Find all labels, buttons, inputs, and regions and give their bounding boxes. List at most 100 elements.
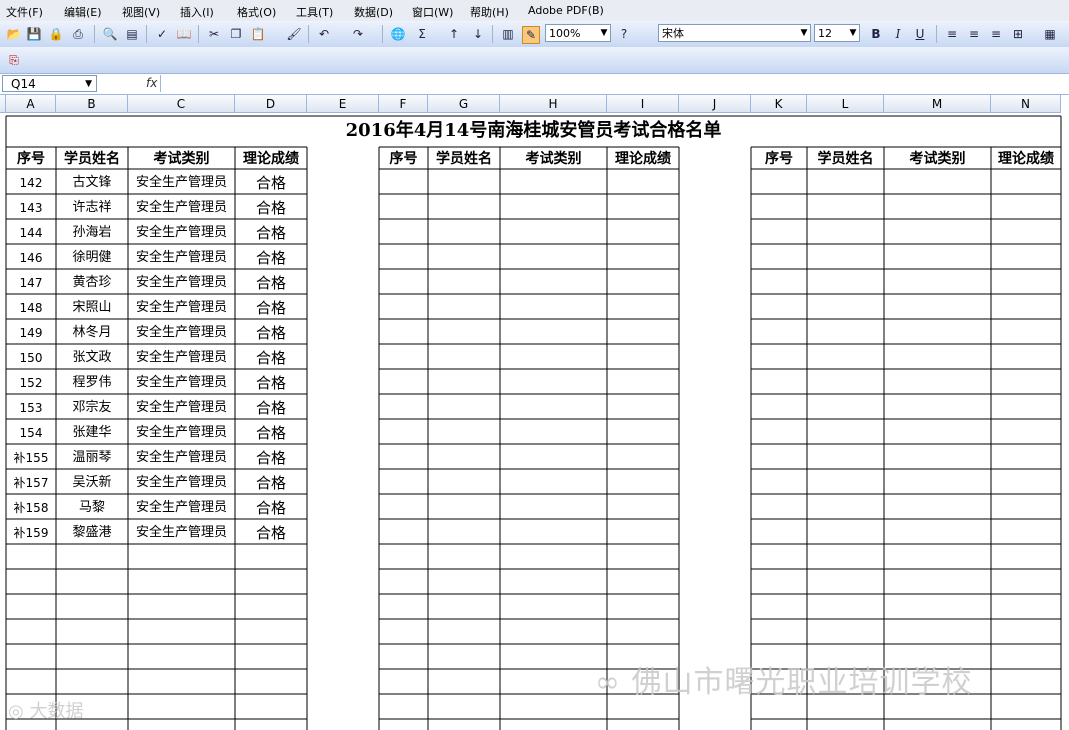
score-cell[interactable]: 合格 [235, 522, 307, 544]
category-cell[interactable]: 安全生产管理员 [128, 222, 235, 244]
hyperlink-icon[interactable]: 🌐 [390, 26, 406, 42]
name-cell[interactable]: 邓宗友 [56, 397, 128, 419]
score-cell[interactable]: 合格 [235, 222, 307, 244]
header-cell[interactable]: 理论成绩 [607, 147, 679, 171]
bold-icon[interactable]: B [868, 26, 884, 42]
id-cell[interactable]: 149 [6, 322, 56, 344]
column-header[interactable]: F [379, 95, 428, 113]
column-header[interactable]: A [6, 95, 56, 113]
header-cell[interactable]: 考试类别 [500, 147, 607, 171]
id-cell[interactable]: 补155 [6, 447, 56, 469]
preview-icon[interactable]: ▤ [124, 26, 140, 42]
name-cell[interactable]: 张文政 [56, 347, 128, 369]
menu-item[interactable]: 插入(I) [180, 4, 214, 20]
header-cell[interactable]: 序号 [379, 147, 428, 171]
align-center-icon[interactable]: ≡ [966, 26, 982, 42]
menu-item[interactable]: 帮助(H) [470, 4, 509, 20]
open-icon[interactable]: 📂 [6, 26, 22, 42]
header-cell[interactable]: 学员姓名 [428, 147, 500, 171]
cut-icon[interactable]: ✂ [206, 26, 222, 42]
score-cell[interactable]: 合格 [235, 247, 307, 269]
zoom-select[interactable]: 100% ▼ [545, 24, 611, 42]
name-cell[interactable]: 徐明健 [56, 247, 128, 269]
print-preview-icon[interactable]: 🔍 [102, 26, 118, 42]
column-header[interactable]: M [884, 95, 991, 113]
id-cell[interactable]: 143 [6, 197, 56, 219]
score-cell[interactable]: 合格 [235, 397, 307, 419]
id-cell[interactable]: 148 [6, 297, 56, 319]
column-header[interactable]: N [991, 95, 1061, 113]
menu-item[interactable]: 数据(D) [354, 4, 393, 20]
category-cell[interactable]: 安全生产管理员 [128, 247, 235, 269]
menu-item[interactable]: Adobe PDF(B) [528, 4, 604, 17]
id-cell[interactable]: 144 [6, 222, 56, 244]
menu-item[interactable]: 工具(T) [296, 4, 333, 20]
category-cell[interactable]: 安全生产管理员 [128, 472, 235, 494]
id-cell[interactable]: 152 [6, 372, 56, 394]
merge-center-icon[interactable]: ⊞ [1010, 26, 1026, 42]
column-header[interactable]: E [307, 95, 379, 113]
score-cell[interactable]: 合格 [235, 172, 307, 194]
category-cell[interactable]: 安全生产管理员 [128, 422, 235, 444]
menu-item[interactable]: 文件(F) [6, 4, 43, 20]
category-cell[interactable]: 安全生产管理员 [128, 522, 235, 544]
header-cell[interactable]: 考试类别 [128, 147, 235, 171]
id-cell[interactable]: 补157 [6, 472, 56, 494]
name-cell[interactable]: 宋照山 [56, 297, 128, 319]
copy-icon[interactable]: ❐ [228, 26, 244, 42]
menu-item[interactable]: 编辑(E) [64, 4, 102, 20]
id-cell[interactable]: 146 [6, 247, 56, 269]
drawing-icon[interactable]: ✎ [522, 26, 540, 44]
id-cell[interactable]: 补158 [6, 497, 56, 519]
score-cell[interactable]: 合格 [235, 447, 307, 469]
fx-icon[interactable]: fx [146, 76, 157, 90]
category-cell[interactable]: 安全生产管理员 [128, 347, 235, 369]
category-cell[interactable]: 安全生产管理员 [128, 397, 235, 419]
menu-item[interactable]: 视图(V) [122, 4, 160, 20]
name-cell[interactable]: 孙海岩 [56, 222, 128, 244]
id-cell[interactable]: 补159 [6, 522, 56, 544]
name-cell[interactable]: 黄杏珍 [56, 272, 128, 294]
header-cell[interactable]: 序号 [6, 147, 56, 171]
column-header[interactable]: G [428, 95, 500, 113]
header-cell[interactable]: 学员姓名 [56, 147, 128, 171]
id-cell[interactable]: 153 [6, 397, 56, 419]
toolbar-options-icon[interactable]: ▦ [1042, 26, 1058, 42]
save-icon[interactable]: 💾 [26, 26, 42, 42]
name-cell[interactable]: 吴沃新 [56, 472, 128, 494]
underline-icon[interactable]: U [912, 26, 928, 42]
header-cell[interactable]: 理论成绩 [235, 147, 307, 171]
name-box[interactable]: Q14 ▼ [2, 75, 97, 92]
name-cell[interactable]: 林冬月 [56, 322, 128, 344]
column-header[interactable]: I [607, 95, 679, 113]
spelling-icon[interactable]: ✓ [154, 26, 170, 42]
id-cell[interactable]: 154 [6, 422, 56, 444]
category-cell[interactable]: 安全生产管理员 [128, 447, 235, 469]
score-cell[interactable]: 合格 [235, 272, 307, 294]
score-cell[interactable]: 合格 [235, 322, 307, 344]
sort-ascending-icon[interactable]: ↑ [446, 26, 462, 42]
name-cell[interactable]: 古文锋 [56, 172, 128, 194]
formula-input[interactable] [160, 75, 1066, 92]
permission-icon[interactable]: 🔒 [48, 26, 64, 42]
header-cell[interactable]: 序号 [751, 147, 807, 171]
help-icon[interactable]: ? [616, 26, 632, 42]
italic-icon[interactable]: I [890, 26, 906, 42]
score-cell[interactable]: 合格 [235, 472, 307, 494]
autosum-icon[interactable]: Σ [414, 26, 430, 42]
align-right-icon[interactable]: ≡ [988, 26, 1004, 42]
font-name-select[interactable]: 宋体 ▼ [658, 24, 811, 42]
sort-descending-icon[interactable]: ↓ [470, 26, 486, 42]
category-cell[interactable]: 安全生产管理员 [128, 372, 235, 394]
score-cell[interactable]: 合格 [235, 197, 307, 219]
name-cell[interactable]: 张建华 [56, 422, 128, 444]
menu-item[interactable]: 格式(O) [237, 4, 276, 20]
id-cell[interactable]: 150 [6, 347, 56, 369]
research-icon[interactable]: 📖 [176, 26, 192, 42]
category-cell[interactable]: 安全生产管理员 [128, 197, 235, 219]
score-cell[interactable]: 合格 [235, 297, 307, 319]
score-cell[interactable]: 合格 [235, 372, 307, 394]
name-cell[interactable]: 黎盛港 [56, 522, 128, 544]
name-cell[interactable]: 许志祥 [56, 197, 128, 219]
column-header[interactable]: L [807, 95, 884, 113]
